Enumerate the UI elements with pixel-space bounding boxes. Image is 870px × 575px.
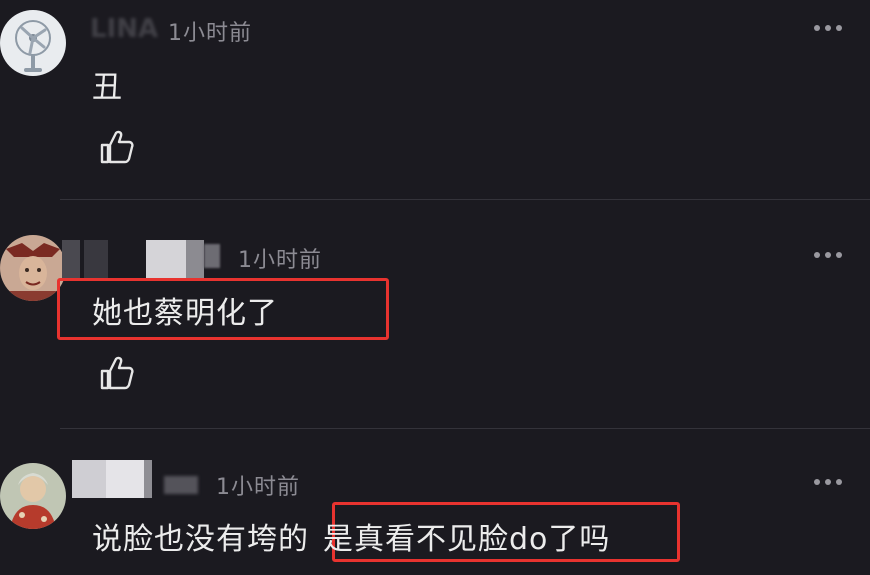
avatar[interactable] (0, 463, 66, 529)
thumbs-up-icon[interactable] (98, 354, 136, 392)
more-dots-icon[interactable] (814, 479, 842, 485)
thumbs-up-icon[interactable] (98, 128, 136, 166)
more-dots-icon[interactable] (814, 252, 842, 258)
comment-text: 说脸也没有垮的 是真看不见脸do了吗 (92, 514, 610, 558)
comment-text-part2: 是真看不见脸do了吗 (323, 522, 611, 557)
username[interactable] (62, 240, 222, 278)
timestamp: 1小时前 (238, 248, 322, 273)
timestamp: 1小时前 (216, 475, 300, 500)
comment-text: 她也蔡明化了 (92, 296, 278, 331)
avatar[interactable] (0, 10, 66, 76)
username[interactable]: LINA (90, 14, 162, 48)
timestamp: 1小时前 (168, 21, 252, 46)
more-dots-icon[interactable] (814, 25, 842, 31)
comment-feed: LINA 1小时前 丑 1小时前 她也蔡明化了 1小时前 说脸也没有垮的 是真看… (0, 0, 870, 575)
divider (60, 199, 870, 200)
username[interactable] (72, 460, 202, 498)
comment-text: 丑 (92, 70, 123, 105)
divider (60, 428, 870, 429)
comment-text-part1: 说脸也没有垮的 (92, 522, 309, 557)
